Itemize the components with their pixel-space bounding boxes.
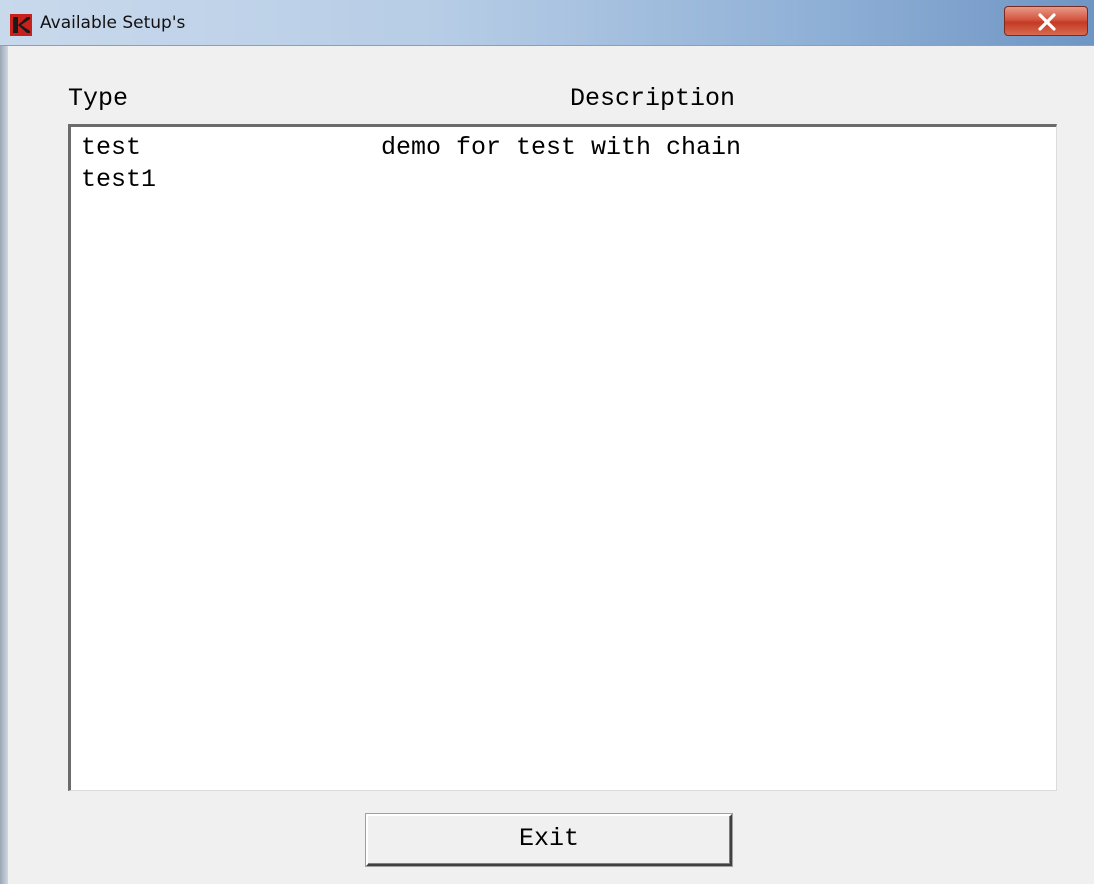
app-logo-icon bbox=[10, 14, 32, 36]
close-icon bbox=[1038, 13, 1056, 31]
setup-list[interactable]: test demo for test with chain test1 bbox=[68, 124, 1057, 791]
list-item-type: test bbox=[81, 133, 142, 162]
list-item-description: demo for test with chain bbox=[381, 133, 742, 162]
window-left-edge bbox=[0, 0, 8, 884]
exit-button[interactable]: Exit bbox=[366, 814, 732, 866]
list-item[interactable]: test1 bbox=[81, 165, 1041, 197]
column-header-type: Type bbox=[68, 84, 129, 113]
setup-window: Available Setup's Type Description test … bbox=[0, 0, 1094, 884]
list-item[interactable]: test demo for test with chain bbox=[81, 133, 1041, 165]
title-bar[interactable]: Available Setup's bbox=[0, 0, 1094, 46]
window-title: Available Setup's bbox=[40, 13, 186, 33]
close-button[interactable] bbox=[1004, 6, 1088, 36]
column-header-description: Description bbox=[570, 84, 736, 113]
list-item-type: test1 bbox=[81, 165, 157, 194]
